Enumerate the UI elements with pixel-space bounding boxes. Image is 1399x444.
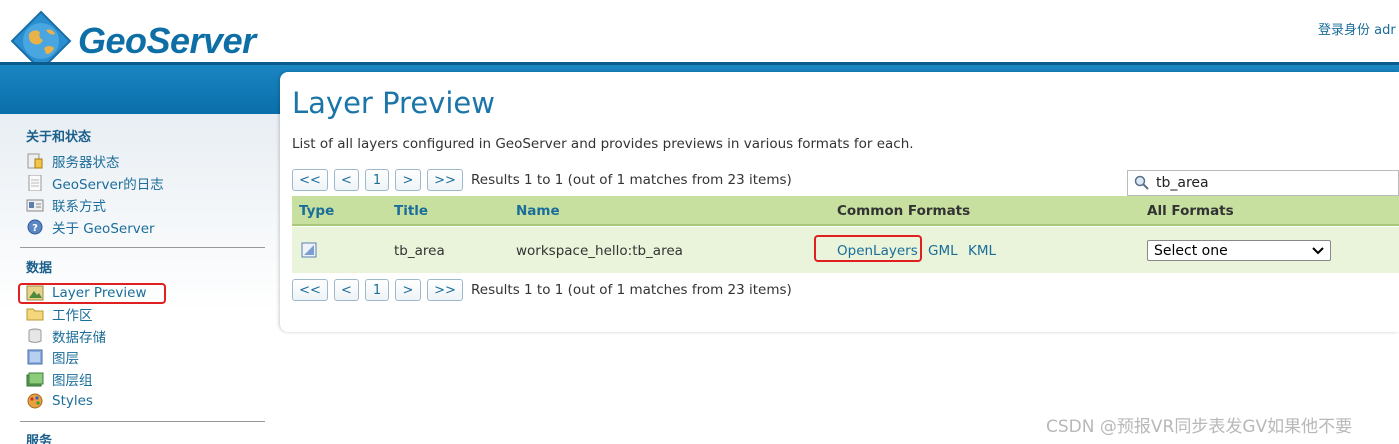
all-formats-selected: Select one — [1154, 242, 1228, 259]
sidebar-section-services: 服务 — [26, 434, 53, 444]
about-icon: ? — [26, 219, 44, 235]
sidebar-item-contact[interactable]: 联系方式 — [26, 195, 106, 215]
chevron-down-icon — [1312, 246, 1324, 254]
pager-page-button[interactable]: 1 — [365, 169, 389, 191]
column-header-title[interactable]: Title — [394, 203, 428, 219]
table-header: Type Title Name Common Formats All Forma… — [292, 196, 1399, 226]
sidebar: 关于和状态 服务器状态 GeoServer的日志 联系方式 ? 关于 GeoSe… — [0, 114, 280, 444]
sidebar-item-label: 联系方式 — [52, 199, 106, 215]
sidebar-item-layers[interactable]: 图层 — [26, 347, 79, 367]
sidebar-divider — [20, 247, 265, 248]
sidebar-section-about: 关于和状态 — [26, 130, 92, 145]
sidebar-item-logs[interactable]: GeoServer的日志 — [26, 173, 164, 193]
column-header-common-formats: Common Formats — [837, 203, 971, 219]
sidebar-item-label: 关于 GeoServer — [52, 221, 155, 237]
sidebar-item-styles[interactable]: Styles — [26, 391, 93, 411]
pager-results-text: Results 1 to 1 (out of 1 matches from 23… — [471, 282, 792, 298]
watermark: CSDN @预报VR同步表发GV如果他不要 — [1046, 417, 1353, 437]
page-description: List of all layers configured in GeoServ… — [292, 136, 914, 152]
pager-prev-button[interactable]: < — [334, 169, 359, 191]
sidebar-divider — [20, 421, 265, 422]
layer-icon — [26, 349, 44, 365]
sidebar-item-label: 数据存储 — [52, 330, 106, 346]
pager-first-button[interactable]: << — [292, 279, 328, 301]
search-input[interactable] — [1156, 175, 1356, 191]
search-field[interactable] — [1127, 170, 1399, 196]
sidebar-item-label: GeoServer的日志 — [52, 177, 164, 193]
pager-prev-button[interactable]: < — [334, 279, 359, 301]
sidebar-item-label: 服务器状态 — [52, 155, 120, 171]
pager-results-text: Results 1 to 1 (out of 1 matches from 23… — [471, 172, 792, 188]
pager-next-button[interactable]: > — [395, 279, 421, 301]
gml-link[interactable]: GML — [928, 243, 958, 259]
search-icon — [1134, 175, 1149, 190]
pager-first-button[interactable]: << — [292, 169, 328, 191]
sidebar-item-label: Styles — [52, 393, 93, 409]
sidebar-item-label: 图层组 — [52, 373, 93, 389]
layer-group-icon — [26, 371, 44, 387]
contact-icon — [26, 197, 44, 213]
column-header-name[interactable]: Name — [516, 203, 560, 219]
sidebar-item-label: 工作区 — [52, 308, 93, 324]
geoserver-app: GeoServer 登录身份 adr 关于和状态 服务器状态 GeoServer… — [0, 0, 1399, 444]
pager-last-button[interactable]: >> — [427, 279, 463, 301]
server-status-icon — [26, 153, 44, 169]
styles-icon — [26, 393, 44, 409]
all-formats-select[interactable]: Select one — [1147, 240, 1331, 261]
vector-layer-icon — [301, 242, 317, 262]
pager-bottom: << < 1 > >> Results 1 to 1 (out of 1 mat… — [292, 278, 792, 302]
database-icon — [26, 328, 44, 344]
kml-link[interactable]: KML — [968, 243, 996, 259]
log-icon — [26, 174, 44, 192]
pager-top: << < 1 > >> Results 1 to 1 (out of 1 mat… — [292, 168, 792, 192]
header: GeoServer 登录身份 adr — [0, 0, 1399, 72]
sidebar-item-about[interactable]: ? 关于 GeoServer — [26, 217, 155, 237]
sidebar-item-server-status[interactable]: 服务器状态 — [26, 151, 120, 171]
highlight-layer-preview — [18, 283, 166, 304]
pager-next-button[interactable]: > — [395, 169, 421, 191]
pager-last-button[interactable]: >> — [427, 169, 463, 191]
highlight-openlayers — [814, 235, 922, 262]
login-status[interactable]: 登录身份 adr — [1318, 19, 1396, 38]
logo-text: GeoServer — [78, 20, 256, 61]
sidebar-section-data: 数据 — [26, 261, 53, 276]
sidebar-item-layer-groups[interactable]: 图层组 — [26, 369, 93, 389]
svg-text:?: ? — [32, 223, 38, 234]
folder-icon — [26, 306, 44, 322]
sidebar-item-label: 图层 — [52, 351, 79, 367]
page-title: Layer Preview — [292, 86, 495, 120]
sidebar-item-stores[interactable]: 数据存储 — [26, 326, 106, 346]
layer-name: workspace_hello:tb_area — [516, 243, 683, 259]
pager-page-button[interactable]: 1 — [365, 279, 389, 301]
sidebar-item-workspaces[interactable]: 工作区 — [26, 304, 93, 324]
column-header-type[interactable]: Type — [299, 203, 334, 219]
column-header-all-formats: All Formats — [1147, 203, 1234, 219]
layer-title: tb_area — [394, 243, 445, 259]
